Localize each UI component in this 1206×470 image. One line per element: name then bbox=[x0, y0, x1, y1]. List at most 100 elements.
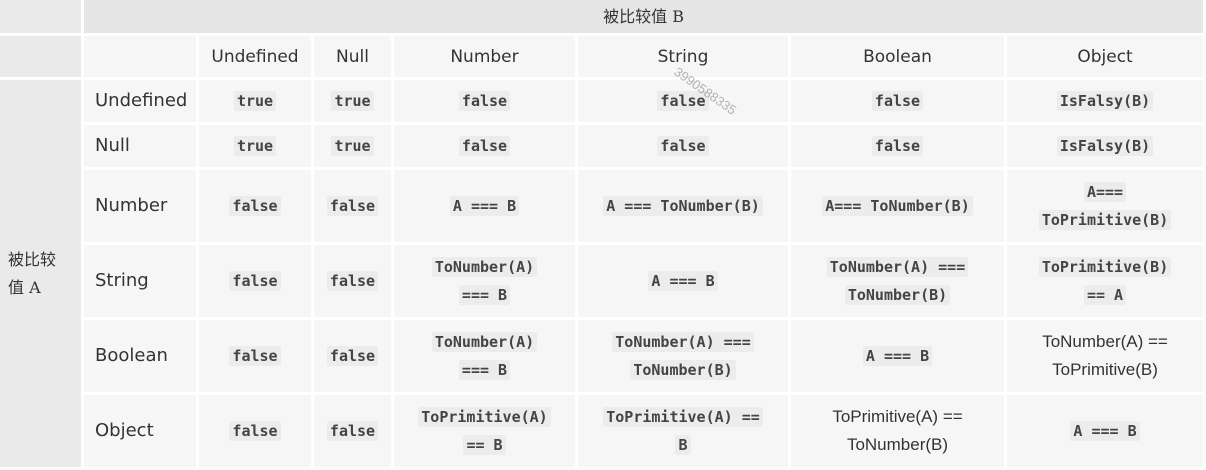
result-text: ToNumber(B) bbox=[630, 360, 736, 380]
result-cell: ToPrimitive(B) == A bbox=[1007, 245, 1206, 320]
result-cell: A === B bbox=[578, 245, 791, 320]
result-cell: A=== ToPrimitive(B) bbox=[1007, 170, 1206, 245]
table-row-boolean: Boolean false false ToNumber(A) === B ToNumbe… bbox=[0, 320, 1206, 395]
result-cell: true bbox=[314, 125, 394, 170]
table-row-string: String false false ToNumber(A) === B A === B T… bbox=[0, 245, 1206, 320]
result-text: ToNumber(B) bbox=[846, 435, 949, 454]
result-text: IsFalsy(B) bbox=[1056, 136, 1154, 156]
result-cell: false bbox=[314, 395, 394, 470]
result-text: A === B bbox=[449, 196, 520, 216]
result-cell: ToPrimitive(A) == ToNumber(B) bbox=[791, 395, 1007, 470]
table-row-number: Number false false A === B A === ToNumber(B)… bbox=[0, 170, 1206, 245]
result-text: ToNumber(A) === bbox=[612, 332, 754, 352]
result-cell: ToNumber(A) === ToNumber(B) bbox=[578, 320, 791, 395]
table-row-null: Null true true false false false IsFalsy(B) bbox=[0, 125, 1206, 170]
result-text: ToNumber(A) == bbox=[1042, 332, 1168, 351]
result-text: == B bbox=[463, 435, 506, 455]
column-header-row: Undefined Null Number String Boolean Object bbox=[0, 36, 1206, 80]
row-header-null: Null bbox=[84, 125, 199, 170]
result-cell: true bbox=[314, 80, 394, 125]
result-text: A === B bbox=[648, 271, 718, 291]
column-header-number: Number bbox=[394, 36, 578, 80]
result-text: ToPrimitive(A) == bbox=[603, 407, 763, 427]
result-cell: ToNumber(A) === B bbox=[394, 320, 578, 395]
result-cell: ToNumber(A) == ToPrimitive(B) bbox=[1007, 320, 1206, 395]
operand-a-label: 被比较值 A bbox=[8, 249, 57, 297]
column-header-boolean: Boolean bbox=[791, 36, 1007, 80]
result-cell: false bbox=[394, 125, 578, 170]
result-text: A=== ToNumber(B) bbox=[822, 196, 973, 216]
result-text: ToNumber(A) === bbox=[826, 257, 969, 277]
result-text: ToNumber(B) bbox=[844, 285, 951, 305]
result-cell: false bbox=[314, 320, 394, 395]
result-text: A === B bbox=[1070, 421, 1140, 441]
row-header-string: String bbox=[84, 245, 199, 320]
result-cell: false bbox=[578, 125, 791, 170]
result-text: false bbox=[871, 136, 924, 156]
result-text: false bbox=[326, 196, 379, 216]
result-cell: A === B bbox=[394, 170, 578, 245]
result-cell: A === B bbox=[791, 320, 1007, 395]
result-cell: false bbox=[199, 320, 314, 395]
result-text: A === B bbox=[862, 346, 933, 366]
result-cell: false bbox=[578, 80, 791, 125]
corner-cell-2 bbox=[0, 36, 84, 80]
column-header-object: Object bbox=[1007, 36, 1206, 80]
result-text: == A bbox=[1083, 285, 1127, 305]
operand-b-header: 被比较值 B bbox=[84, 0, 1206, 36]
result-cell: IsFalsy(B) bbox=[1007, 125, 1206, 170]
result-cell: false bbox=[199, 245, 314, 320]
result-cell: true bbox=[199, 80, 314, 125]
result-text: true bbox=[233, 91, 277, 111]
result-text: IsFalsy(B) bbox=[1056, 91, 1154, 111]
result-cell: true bbox=[199, 125, 314, 170]
result-text: === B bbox=[458, 360, 511, 380]
result-text: false bbox=[229, 196, 281, 216]
result-text: false bbox=[229, 421, 281, 441]
result-cell: ToNumber(A) === ToNumber(B) bbox=[791, 245, 1007, 320]
result-cell: false bbox=[791, 80, 1007, 125]
result-cell: A=== ToNumber(B) bbox=[791, 170, 1007, 245]
result-cell: ToPrimitive(A) == B bbox=[578, 395, 791, 470]
result-cell: ToNumber(A) === B bbox=[394, 245, 578, 320]
row-header-boolean: Boolean bbox=[84, 320, 199, 395]
result-cell: false bbox=[199, 395, 314, 470]
row-header-number: Number bbox=[84, 170, 199, 245]
result-text: ToPrimitive(B) bbox=[1052, 360, 1158, 379]
result-text: ToNumber(A) bbox=[431, 332, 538, 352]
equality-comparison-table: 被比较值 B Undefined Null Number String Boolean O… bbox=[0, 0, 1206, 470]
result-text: A=== bbox=[1083, 182, 1127, 202]
result-text: false bbox=[326, 421, 379, 441]
result-text: ToPrimitive(A) bbox=[418, 407, 551, 427]
result-text: false bbox=[326, 346, 379, 366]
result-text: false bbox=[871, 91, 924, 111]
result-text: false bbox=[326, 271, 379, 291]
column-header-string: String bbox=[578, 36, 791, 80]
result-text: true bbox=[331, 91, 374, 111]
result-text: A === ToNumber(B) bbox=[603, 196, 763, 216]
result-text: false bbox=[458, 91, 511, 111]
result-cell: false bbox=[314, 170, 394, 245]
result-cell: IsFalsy(B) bbox=[1007, 80, 1206, 125]
result-cell: ToPrimitive(A) == B bbox=[394, 395, 578, 470]
column-header-undefined: Undefined bbox=[199, 36, 314, 80]
result-text: false bbox=[657, 136, 709, 156]
result-cell: A === ToNumber(B) bbox=[578, 170, 791, 245]
row-header-object: Object bbox=[84, 395, 199, 470]
row-header-undefined: Undefined bbox=[84, 80, 199, 125]
column-header-null: Null bbox=[314, 36, 394, 80]
result-text: false bbox=[229, 271, 281, 291]
table-row-object: Object false false ToPrimitive(A) == B ToPrim… bbox=[0, 395, 1206, 470]
result-text: false bbox=[458, 136, 511, 156]
operand-a-header: 被比较值 A bbox=[0, 80, 84, 470]
result-cell: false bbox=[791, 125, 1007, 170]
column-header-blank bbox=[84, 36, 199, 80]
result-text: B bbox=[675, 435, 691, 455]
result-text: ToNumber(A) bbox=[431, 257, 538, 277]
operand-b-label: 被比较值 B bbox=[603, 6, 684, 26]
result-text: ToPrimitive(B) bbox=[1038, 257, 1172, 277]
result-text: === B bbox=[458, 285, 511, 305]
result-text: false bbox=[657, 91, 709, 111]
header-row-b: 被比较值 B bbox=[0, 0, 1206, 36]
result-text: true bbox=[233, 136, 277, 156]
